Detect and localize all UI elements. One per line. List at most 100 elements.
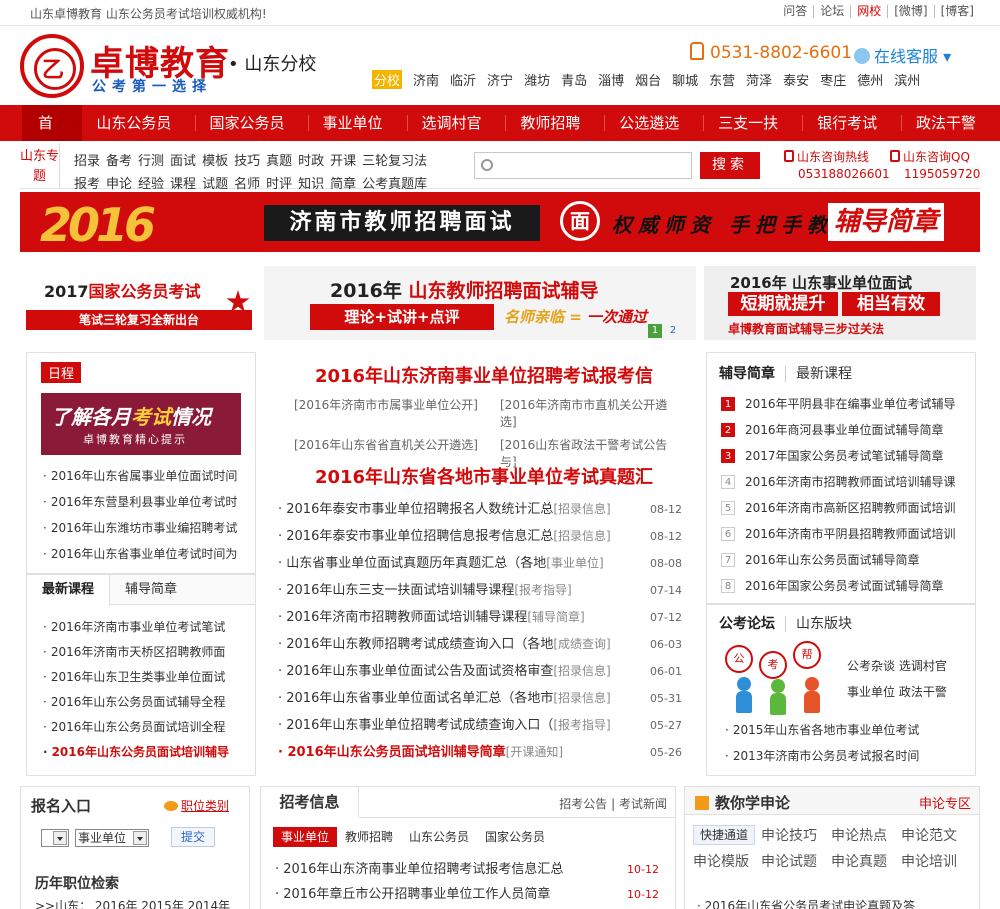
list-item[interactable]: 2015年山东省各地市事业单位考试 — [725, 717, 973, 743]
site-logo[interactable]: 乙 卓博教育 公考第一选择 • 山东分校 — [20, 34, 320, 98]
list-item[interactable]: 2016年山东卫生类事业单位面试 — [43, 665, 253, 690]
promo-banner[interactable]: 2016 济南市教师招聘面试 面 权威师资 手把手教 辅导简章 — [20, 192, 980, 252]
city-link[interactable]: 淄博 — [598, 70, 624, 89]
news-row[interactable]: 2016年山东教师招聘考试成绩查询入口（各地[成绩查询]06-03 — [278, 631, 690, 658]
topic-link[interactable]: 行测 — [138, 150, 164, 169]
headline-1[interactable]: 2016年山东济南事业单位招聘考试报考信 — [274, 362, 694, 388]
news-row[interactable]: 2016年山东三支一扶面试培训辅导课程[报考指导]07-14 — [278, 577, 690, 604]
essay-link[interactable]: 申论热点 — [831, 825, 901, 845]
province-select[interactable] — [41, 829, 69, 847]
news-row[interactable]: 2016年泰安市事业单位招聘信息报考信息汇总[招录信息]08-12 — [278, 523, 690, 550]
forum-cat-link[interactable]: 政法干警 — [899, 685, 947, 699]
guide-item[interactable]: 4 2016年济南市招聘教师面试培训辅导课 — [721, 469, 973, 495]
guide-item[interactable]: 1 2016年平阴县非在编事业单位考试辅导 — [721, 391, 973, 417]
guide-item[interactable]: 7 2016年山东公务员面试辅导简章 — [721, 547, 973, 573]
tab-shandong-board[interactable]: 山东版块 — [796, 616, 852, 632]
essay-link[interactable]: 申论真题 — [831, 851, 901, 871]
submit-button[interactable]: 提交 — [171, 827, 215, 847]
exam-announce-link[interactable]: 招考公告 — [559, 797, 607, 811]
exam-news-link[interactable]: 考试新闻 — [619, 797, 667, 811]
tab-guide[interactable]: 辅导简章 — [110, 575, 192, 605]
list-item[interactable]: 2016年山东公务员面试培训全程 — [43, 715, 253, 740]
nav-item[interactable]: 教师招聘 — [506, 105, 604, 163]
slide-dot[interactable]: 1 — [648, 324, 662, 338]
topic-link[interactable]: 真题 — [266, 150, 292, 169]
tab-forum[interactable]: 公考论坛 — [719, 616, 786, 632]
topic-link[interactable]: 公考真题库 — [362, 173, 427, 192]
city-link[interactable]: 聊城 — [672, 70, 698, 89]
essay-link[interactable]: 申论模版 — [693, 851, 761, 871]
list-item[interactable]: 2016年山东公务员面试辅导全程 — [43, 690, 253, 715]
city-link[interactable]: 泰安 — [783, 70, 809, 89]
essay-link[interactable]: 申论范文 — [901, 825, 971, 845]
topic-link[interactable]: 模板 — [202, 150, 228, 169]
news-row[interactable]: 2016年山东事业单位招聘考试成绩查询入口（[报考指导]05-27 — [278, 712, 690, 739]
forum-cat-link[interactable]: 选调村官 — [899, 659, 947, 673]
guide-item[interactable]: 8 2016年国家公务员考试面试辅导简章 — [721, 573, 973, 599]
nav-item[interactable]: 山东公务员 — [82, 105, 194, 163]
city-link[interactable]: 青岛 — [561, 70, 587, 89]
guide-item[interactable]: 3 2017年国家公务员考试笔试辅导简章 — [721, 443, 973, 469]
topic-link[interactable]: 课程 — [170, 173, 196, 192]
forum-illustration[interactable]: 公 考 帮 — [725, 641, 835, 715]
topic-link[interactable]: 名师 — [234, 173, 260, 192]
link-netschool[interactable]: 网校 — [850, 5, 887, 18]
tag-link[interactable]: [2016年济南市市属事业单位公开] — [294, 396, 500, 430]
essay-link[interactable]: 申论技巧 — [761, 825, 831, 845]
topic-link[interactable]: 经验 — [138, 173, 164, 192]
nav-item[interactable]: 国家公务员 — [195, 105, 307, 163]
nav-home[interactable]: 首页 — [22, 105, 83, 168]
tab-national-civil[interactable]: 国家公务员 — [477, 827, 553, 847]
tab-shandong-civil[interactable]: 山东公务员 — [401, 827, 477, 847]
tab-guide[interactable]: 辅导简章 — [719, 366, 786, 382]
city-link[interactable]: 德州 — [857, 70, 883, 89]
tab-public-institution[interactable]: 事业单位 — [273, 827, 338, 847]
hotline[interactable]: 山东咨询热线 053188026601 — [784, 149, 890, 183]
forum-cat-link[interactable]: 事业单位 — [847, 685, 895, 699]
nav-item[interactable]: 政法干警 — [902, 105, 1000, 163]
tab-teacher[interactable]: 教师招聘 — [337, 827, 401, 847]
job-category-link[interactable]: 职位类别 — [163, 797, 229, 814]
city-link[interactable]: 济南 — [413, 70, 439, 89]
city-link[interactable]: 临沂 — [450, 70, 476, 89]
tab-latest-courses[interactable]: 最新课程 — [27, 575, 111, 606]
topic-link[interactable]: 三轮复习法 — [362, 150, 427, 169]
tab-latest-courses[interactable]: 最新课程 — [796, 366, 852, 382]
topic-link[interactable]: 招录 — [74, 150, 100, 169]
list-item-highlight[interactable]: 2016年山东公务员面试培训辅导 — [43, 740, 253, 765]
schedule-banner[interactable]: 了解各月考试情况 卓博教育精心提示 — [41, 393, 241, 455]
essay-link[interactable]: 申论试题 — [761, 851, 831, 871]
topic-link[interactable]: 时评 — [266, 173, 292, 192]
city-link[interactable]: 潍坊 — [524, 70, 550, 89]
topic-link[interactable]: 时政 — [298, 150, 324, 169]
list-item[interactable]: 2016年山东省事业单位考试时间为 — [43, 541, 251, 567]
search-button[interactable]: 搜索 — [700, 152, 760, 179]
list-item[interactable]: 2016年东营垦利县事业单位考试时 — [43, 489, 251, 515]
nav-item[interactable]: 公选遴选 — [605, 105, 703, 163]
guide-item[interactable]: 2 2016年商河县事业单位面试辅导简章 — [721, 417, 973, 443]
link-qa[interactable]: 问答 — [777, 5, 813, 18]
nav-item[interactable]: 选调村官 — [407, 105, 505, 163]
topic-link[interactable]: 简章 — [330, 173, 356, 192]
tag-link[interactable]: [2016年济南市市直机关公开遴选] — [500, 396, 680, 430]
list-item[interactable]: 2016年济南市事业单位考试笔试 — [43, 615, 253, 640]
city-link[interactable]: 枣庄 — [820, 70, 846, 89]
news-row[interactable]: 2016年山东济南事业单位招聘考试报考信息汇总10-12 — [275, 857, 671, 882]
list-item[interactable]: 2016年山东省属事业单位面试时间 — [43, 463, 251, 489]
ad-teacher-interview[interactable]: 2016年 山东教师招聘面试辅导 理论+试讲+点评 名师亲临 = 一次通过 12 — [264, 266, 696, 340]
city-link[interactable]: 菏泽 — [746, 70, 772, 89]
city-link[interactable]: 济宁 — [487, 70, 513, 89]
topic-link[interactable]: 开课 — [330, 150, 356, 169]
news-row[interactable]: 2016年泰安市事业单位招聘报名人数统计汇总[招录信息]08-12 — [278, 496, 690, 523]
topic-link[interactable]: 知识 — [298, 173, 324, 192]
list-item[interactable]: 2016年山东潍坊市事业编招聘考试 — [43, 515, 251, 541]
guide-item[interactable]: 5 2016年济南市高新区招聘教师面试培训 — [721, 495, 973, 521]
news-row[interactable]: 2016年济南市招聘教师面试培训辅导课程[辅导简章]07-12 — [278, 604, 690, 631]
link-weibo[interactable]: [微博] — [887, 5, 933, 18]
guide-item[interactable]: 6 2016年济南市平阴县招聘教师面试培训 — [721, 521, 973, 547]
topic-link[interactable]: 试题 — [202, 173, 228, 192]
online-service-link[interactable]: 在线客服 ▾ — [854, 43, 951, 67]
link-blog[interactable]: [博客] — [933, 5, 980, 18]
city-link[interactable]: 东营 — [709, 70, 735, 89]
topic-link[interactable]: 面试 — [170, 150, 196, 169]
